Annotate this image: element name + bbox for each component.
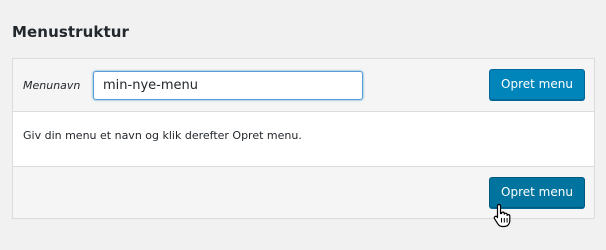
menu-name-input[interactable] bbox=[93, 71, 363, 100]
section-title: Menustruktur bbox=[12, 23, 130, 41]
menu-structure-box: Menunavn Opret menu Giv din menu et navn… bbox=[12, 58, 595, 219]
hand-pointer-icon bbox=[493, 203, 511, 228]
create-menu-button-top[interactable]: Opret menu bbox=[489, 69, 585, 100]
menu-header: Menunavn Opret menu bbox=[13, 59, 594, 112]
menu-name-label: Menunavn bbox=[23, 79, 81, 92]
menu-body: Giv din menu et navn og klik derefter Op… bbox=[13, 112, 594, 166]
menu-structure-page: Menustruktur Menunavn Opret menu Giv din… bbox=[0, 0, 606, 250]
menu-instructions: Giv din menu et navn og klik derefter Op… bbox=[23, 129, 302, 142]
